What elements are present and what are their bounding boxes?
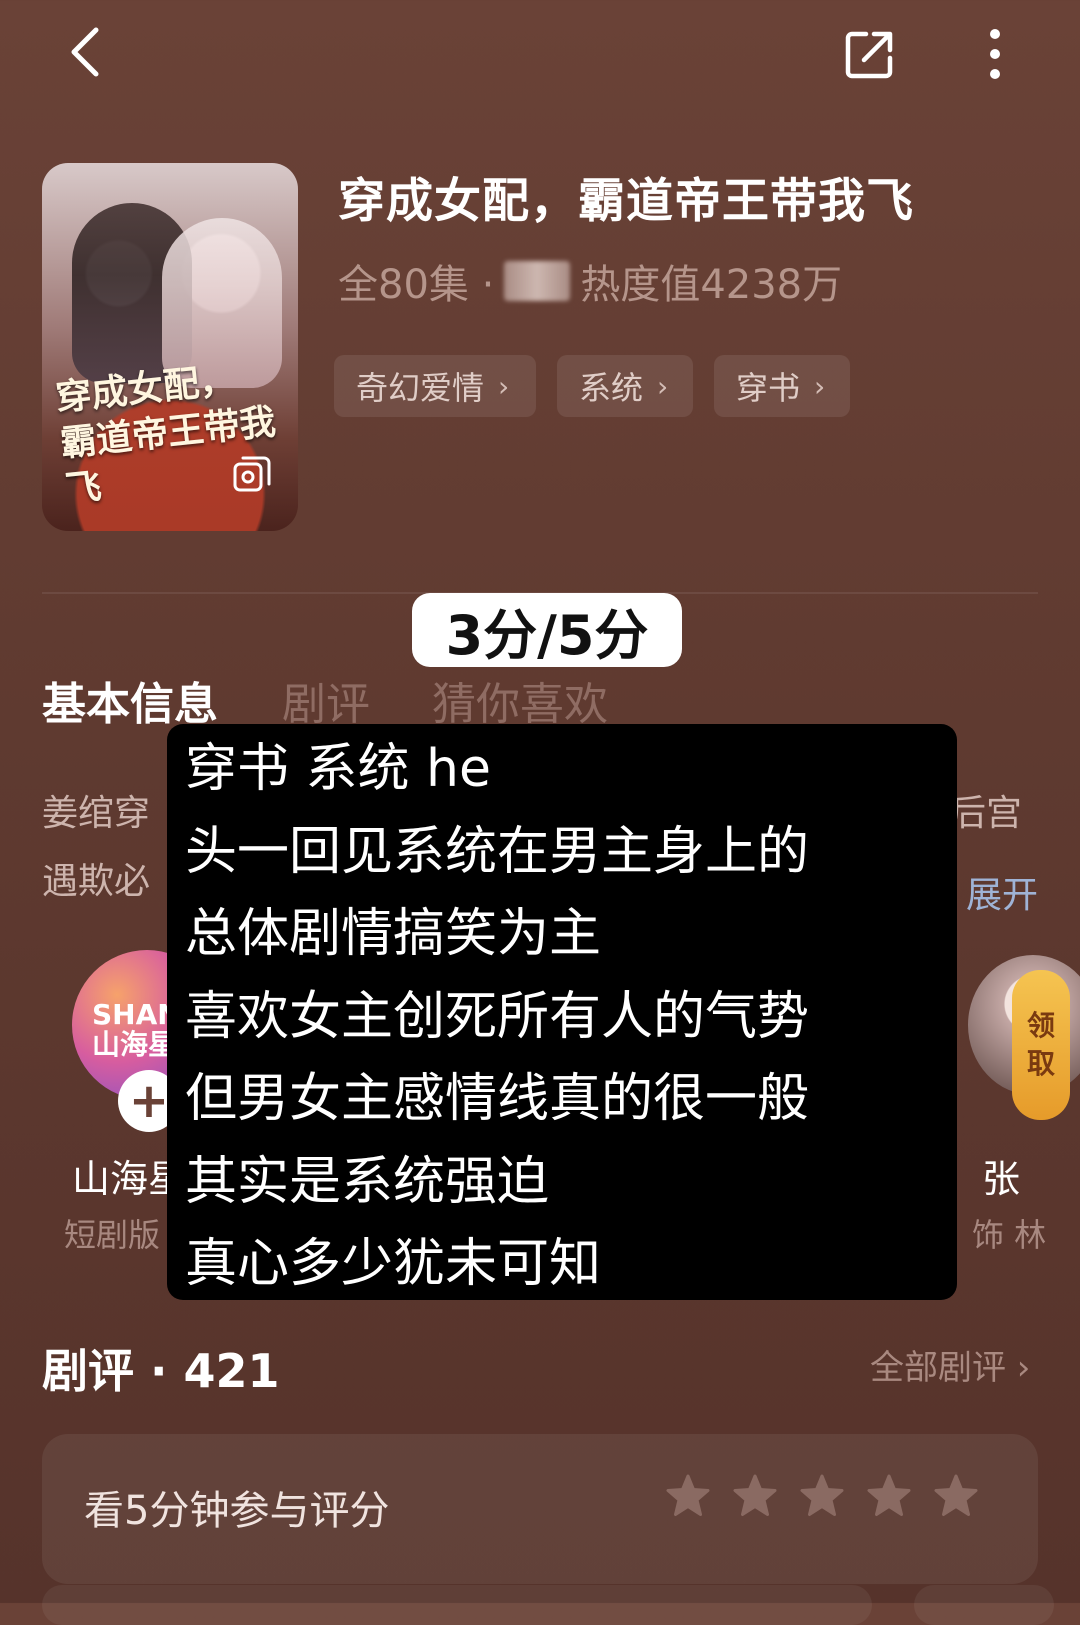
review-card[interactable]: [42, 1585, 872, 1625]
claim-label: 取: [1026, 1047, 1055, 1080]
chevron-right-icon: ›: [814, 369, 826, 403]
synopsis-line1-start: 姜绾穿: [42, 793, 151, 834]
review-card[interactable]: [914, 1585, 1054, 1625]
gallery-icon[interactable]: [232, 454, 272, 494]
tag-label: 穿书: [736, 369, 801, 407]
note-line: 穿书 系统 he: [185, 739, 492, 799]
rating-overlay: 3分/5分: [412, 593, 682, 667]
note-line: 真心多少犹未可知: [185, 1234, 602, 1294]
chevron-right-icon: ›: [498, 369, 510, 403]
synopsis-line2-start: 遇欺必: [42, 861, 151, 902]
more-vertical-icon[interactable]: [975, 24, 1015, 84]
review-note-overlay: 穿书 系统 he 头一回见系统在男主身上的 总体剧情搞笑为主 喜欢女主创死所有人…: [167, 724, 957, 1300]
tab-basic-info[interactable]: 基本信息: [42, 668, 218, 732]
tab-recommendations[interactable]: 猜你喜欢: [432, 668, 608, 732]
claim-label: 领: [1026, 1009, 1055, 1042]
back-arrow-icon[interactable]: [58, 22, 118, 82]
episode-count: 全80集 ·: [338, 262, 495, 308]
all-reviews-link[interactable]: 全部剧评 ›: [870, 1340, 1030, 1389]
star-icon[interactable]: [798, 1472, 846, 1520]
chevron-right-icon: ›: [657, 369, 669, 403]
note-line: 但男女主感情线真的很一般: [185, 1069, 810, 1129]
drama-meta: 全80集 · 热度值4238万: [338, 252, 842, 310]
note-line: 其实是系统强迫: [185, 1151, 550, 1212]
blurred-info: [504, 261, 571, 301]
cast-role-left: 短剧版: [64, 1216, 161, 1254]
claim-reward-badge[interactable]: 领 取: [1012, 970, 1070, 1120]
reviews-section-title: 剧评 · 421: [42, 1344, 280, 1398]
note-line: 总体剧情搞笑为主: [185, 904, 602, 964]
star-icon[interactable]: [932, 1472, 980, 1520]
synopsis-line1-end: 后宫: [950, 793, 1023, 834]
drama-title: 穿成女配，霸道帝王带我飞: [338, 174, 914, 229]
note-line: 头一回见系统在男主身上的: [185, 821, 810, 882]
tag-label: 奇幻爱情: [356, 369, 485, 407]
tag-system[interactable]: 系统 ›: [557, 355, 693, 417]
tab-reviews[interactable]: 剧评: [282, 668, 370, 732]
share-icon[interactable]: [842, 26, 898, 82]
expand-button[interactable]: 展开: [966, 866, 1038, 918]
cast-role-right: 饰 林: [972, 1216, 1047, 1254]
tag-transmigration[interactable]: 穿书 ›: [714, 355, 850, 417]
rate-prompt: 看5分钟参与评分: [84, 1488, 390, 1534]
cast-name-right: 张: [982, 1157, 1021, 1201]
heat-value: 热度值4238万: [580, 262, 843, 308]
star-icon[interactable]: [664, 1472, 712, 1520]
note-line: 喜欢女主创死所有人的气势: [185, 986, 810, 1047]
star-icon[interactable]: [731, 1472, 779, 1520]
tag-label: 系统: [579, 369, 644, 407]
star-icon[interactable]: [865, 1472, 913, 1520]
tag-fantasy-romance[interactable]: 奇幻爱情 ›: [334, 355, 536, 417]
